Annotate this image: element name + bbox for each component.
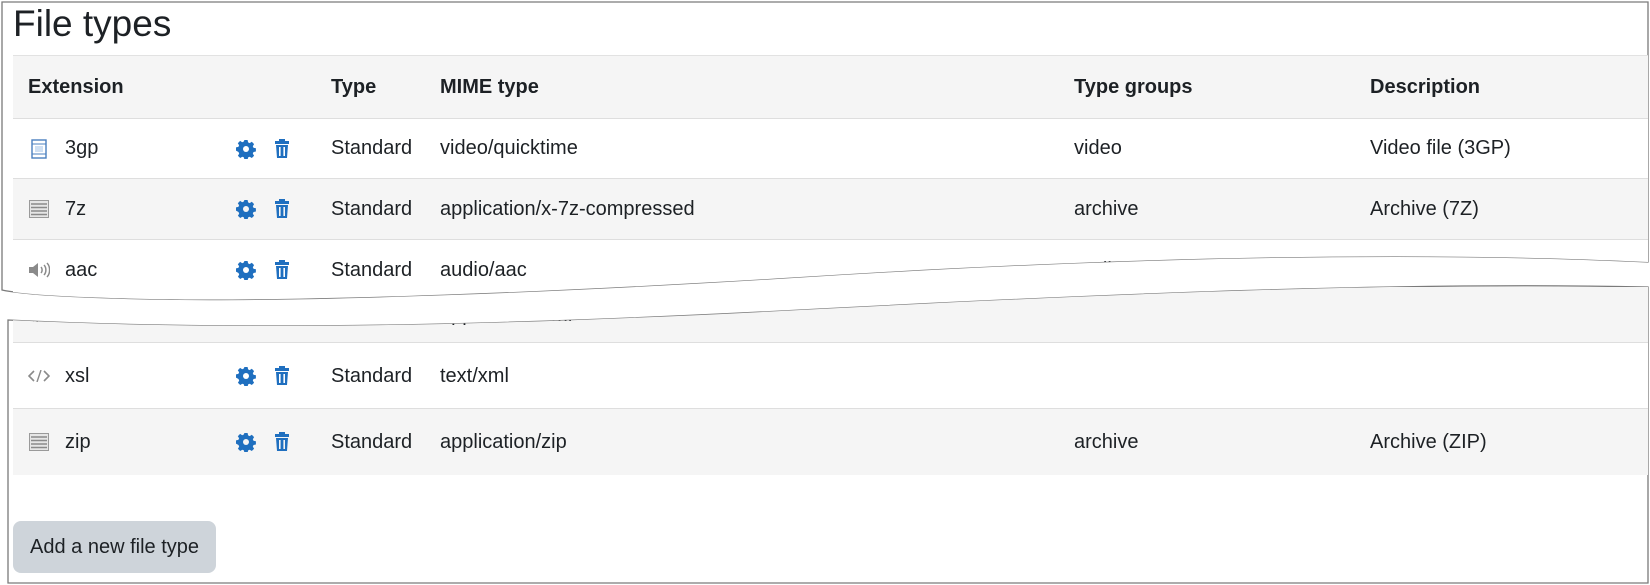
add-file-type-button[interactable]: Add a new file type	[13, 521, 216, 573]
extension-cell: 3gp	[65, 137, 99, 159]
mime-cell: text/xml	[440, 364, 509, 387]
trash-icon[interactable]	[271, 198, 293, 220]
description-cell: Video file (3GP)	[1370, 137, 1511, 159]
mime-cell: video/quicktime	[440, 137, 578, 159]
type-cell: Standard	[331, 197, 413, 220]
row-actions	[235, 240, 293, 300]
row-actions	[235, 343, 293, 409]
type-cell: Standard	[331, 137, 413, 159]
trash-icon[interactable]	[271, 365, 293, 387]
type-cell: Standard	[331, 364, 413, 387]
gear-icon[interactable]	[235, 198, 257, 220]
header-extension: Extension	[28, 75, 124, 98]
gear-icon[interactable]	[235, 138, 257, 160]
table-row: 7z Standard application/x-7z-compressed …	[13, 178, 1650, 239]
trash-icon[interactable]	[271, 431, 293, 453]
header-type: Type	[331, 75, 377, 98]
extension-cell: aac	[65, 258, 98, 281]
mime-cell: application/zip	[440, 430, 567, 453]
gear-icon[interactable]	[235, 259, 257, 281]
trash-icon[interactable]	[271, 259, 293, 281]
extension-cell: 7z	[65, 197, 87, 220]
row-actions	[235, 409, 293, 475]
page-title: File types	[13, 3, 172, 44]
description-cell: Archive (ZIP)	[1370, 430, 1487, 453]
header-groups: Type groups	[1074, 75, 1193, 98]
type-cell: Standard	[331, 430, 413, 453]
groups-cell: video	[1074, 137, 1122, 159]
mime-cell: audio/aac	[440, 258, 527, 281]
video-file-icon	[26, 119, 52, 178]
code-file-icon	[26, 343, 52, 409]
groups-cell: archive	[1074, 430, 1139, 453]
audio-file-icon	[26, 240, 52, 300]
gear-icon[interactable]	[235, 365, 257, 387]
mime-cell: application/x-7z-compressed	[440, 197, 695, 220]
extension-cell: xsl	[65, 364, 90, 387]
type-cell: Standard	[331, 258, 413, 281]
groups-cell: archive	[1074, 197, 1139, 220]
archive-file-icon	[26, 179, 52, 239]
table-row: zip Standard application/zip archive Arc…	[13, 408, 1650, 475]
table-row: 3gp Standard video/quicktime video Video…	[13, 119, 1650, 178]
extension-cell: zip	[65, 430, 91, 453]
header-mime: MIME type	[440, 75, 539, 98]
row-actions	[235, 119, 293, 178]
row-actions	[235, 179, 293, 239]
archive-file-icon	[26, 409, 52, 475]
gear-icon[interactable]	[235, 431, 257, 453]
trash-icon[interactable]	[271, 138, 293, 160]
table-row: xsl Standard text/xml	[13, 342, 1650, 409]
description-cell: Archive (7Z)	[1370, 197, 1479, 220]
table-header-row: Extension Type MIME type Type groups Des…	[13, 55, 1650, 119]
header-description: Description	[1370, 75, 1481, 98]
